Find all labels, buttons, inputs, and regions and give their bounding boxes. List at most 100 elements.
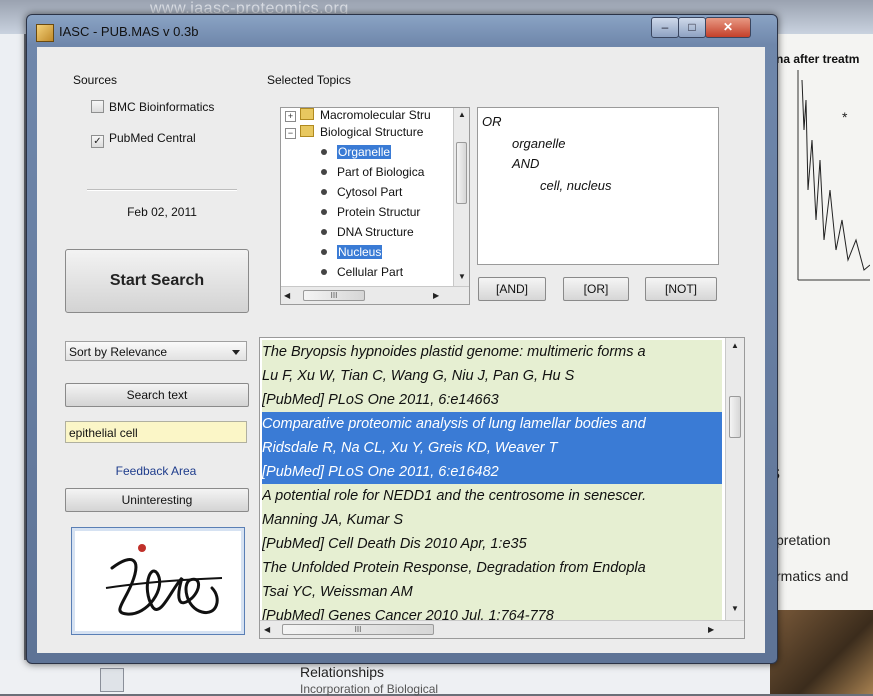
tree-node[interactable]: Part of Biologica xyxy=(321,165,453,183)
results-horizontal-scrollbar[interactable]: ◀ III ▶ xyxy=(260,620,744,638)
app-icon xyxy=(36,24,54,42)
svg-text:*: * xyxy=(842,109,848,125)
background-spectrum-chart: * xyxy=(797,70,870,281)
bullet-icon xyxy=(321,209,327,215)
scroll-thumb[interactable]: III xyxy=(282,624,434,635)
checkbox-label: BMC Bioinformatics xyxy=(109,100,215,114)
scroll-down-icon[interactable]: ▼ xyxy=(458,272,466,281)
tree-node[interactable]: − Biological Structure xyxy=(285,125,453,143)
background-photo xyxy=(770,610,873,694)
result-line[interactable]: Ridsdale R, Na CL, Xu Y, Greis KD, Weave… xyxy=(262,436,722,460)
folder-icon xyxy=(300,125,314,137)
bullet-icon xyxy=(321,229,327,235)
maximize-button[interactable]: □ xyxy=(678,17,706,38)
chevron-down-icon xyxy=(232,350,240,355)
search-text-button[interactable]: Search text xyxy=(65,383,249,407)
tree-horizontal-scrollbar[interactable]: ◀ III ▶ xyxy=(281,286,469,304)
results-list[interactable]: The Bryopsis hypnoides plastid genome: m… xyxy=(259,337,745,639)
bullet-icon xyxy=(321,149,327,155)
query-operator: AND xyxy=(512,156,540,171)
scroll-right-icon[interactable]: ▶ xyxy=(708,625,714,634)
bullet-icon xyxy=(321,249,327,255)
feedback-area-label: Feedback Area xyxy=(115,464,197,478)
tree-node[interactable]: DNA Structure xyxy=(321,225,453,243)
iasc-logo xyxy=(71,527,245,635)
title-bar[interactable]: IASC - PUB.MAS v 0.3b – □ ✕ xyxy=(27,15,777,47)
minimize-button[interactable]: – xyxy=(651,17,679,38)
result-line[interactable]: Comparative proteomic analysis of lung l… xyxy=(262,412,722,436)
checkbox-label: PubMed Central xyxy=(109,131,196,145)
background-heading: na after treatm xyxy=(776,52,860,66)
tree-node[interactable]: Nucleus xyxy=(321,245,453,263)
not-button[interactable]: [NOT] xyxy=(645,277,717,301)
window-title: IASC - PUB.MAS v 0.3b xyxy=(59,24,199,39)
tree-node[interactable]: Cellular Part xyxy=(321,265,453,283)
background-left-strip xyxy=(0,34,24,694)
sources-label: Sources xyxy=(73,73,118,87)
background-text: Relationships xyxy=(300,664,385,680)
checkbox-checked-icon[interactable]: ✓ xyxy=(91,135,104,148)
selected-topics-label: Selected Topics xyxy=(267,73,351,87)
tree-node-label: DNA Structure xyxy=(337,225,414,239)
background-text: rmatics and xyxy=(776,568,849,584)
app-client-area: Sources BMC Bioinformatics ✓ PubMed Centr… xyxy=(37,47,765,653)
collapse-icon[interactable]: − xyxy=(285,128,296,139)
result-line[interactable]: A potential role for NEDD1 and the centr… xyxy=(262,484,722,508)
tree-node-label: Part of Biologica xyxy=(337,165,425,179)
tree-node-label-selected: Organelle xyxy=(337,145,392,159)
scroll-down-icon[interactable]: ▼ xyxy=(731,604,739,613)
background-icon-button[interactable] xyxy=(100,668,124,692)
date-label: Feb 02, 2011 xyxy=(127,205,197,219)
result-line[interactable]: The Bryopsis hypnoides plastid genome: m… xyxy=(262,340,722,364)
search-text-input[interactable]: epithelial cell xyxy=(65,421,247,443)
query-term: cell, nucleus xyxy=(540,178,612,193)
tree-node-label: Cellular Part xyxy=(337,265,404,279)
result-line[interactable]: Tsai YC, Weissman AM xyxy=(262,580,722,604)
tree-node-label: Cytosol Part xyxy=(337,185,403,199)
scroll-left-icon[interactable]: ◀ xyxy=(264,625,270,634)
tree-vertical-scrollbar[interactable]: ▲ ▼ xyxy=(453,108,469,286)
scroll-thumb[interactable] xyxy=(729,396,741,438)
or-button[interactable]: [OR] xyxy=(563,277,629,301)
folder-icon xyxy=(300,108,314,120)
sort-dropdown[interactable]: Sort by Relevance xyxy=(65,341,247,361)
scroll-thumb[interactable] xyxy=(456,142,467,204)
tree-node[interactable]: Organelle xyxy=(321,145,453,163)
result-line[interactable]: [PubMed] Cell Death Dis 2010 Apr, 1:e35 xyxy=(262,532,722,556)
start-search-button[interactable]: Start Search xyxy=(65,249,249,313)
background-text: pretation xyxy=(776,532,831,548)
divider xyxy=(87,189,237,191)
expand-icon[interactable]: + xyxy=(285,111,296,122)
scroll-up-icon[interactable]: ▲ xyxy=(731,341,739,350)
bullet-icon xyxy=(321,269,327,275)
scroll-up-icon[interactable]: ▲ xyxy=(458,110,466,119)
result-line[interactable]: Manning JA, Kumar S xyxy=(262,508,722,532)
tree-node[interactable]: Cytosol Part xyxy=(321,185,453,203)
result-line[interactable]: Lu F, Xu W, Tian C, Wang G, Niu J, Pan G… xyxy=(262,364,722,388)
iasc-logo-graphic xyxy=(105,544,223,616)
tree-node[interactable]: Protein Structur xyxy=(321,205,453,223)
bullet-icon xyxy=(321,169,327,175)
source-bmc-checkbox[interactable]: BMC Bioinformatics xyxy=(91,100,214,116)
scroll-right-icon[interactable]: ▶ xyxy=(433,291,439,300)
result-line[interactable]: [PubMed] PLoS One 2011, 6:e14663 xyxy=(262,388,722,412)
uninteresting-button[interactable]: Uninteresting xyxy=(65,488,249,512)
result-line[interactable]: The Unfolded Protein Response, Degradati… xyxy=(262,556,722,580)
query-expression-box[interactable]: OR organelle AND cell, nucleus xyxy=(477,107,719,265)
scroll-left-icon[interactable]: ◀ xyxy=(284,291,290,300)
and-button[interactable]: [AND] xyxy=(478,277,546,301)
checkbox-icon[interactable] xyxy=(91,100,104,113)
app-window: IASC - PUB.MAS v 0.3b – □ ✕ Sources BMC … xyxy=(26,14,778,664)
results-vertical-scrollbar[interactable]: ▲ ▼ xyxy=(725,338,744,620)
source-pubmed-checkbox[interactable]: ✓ PubMed Central xyxy=(91,131,196,148)
tree-node-label: Biological Structure xyxy=(320,125,424,139)
tree-node-label: Macromolecular Stru xyxy=(320,108,431,122)
query-operator: OR xyxy=(482,114,502,129)
scroll-thumb[interactable]: III xyxy=(303,290,365,301)
result-line[interactable]: [PubMed] PLoS One 2011, 6:e16482 xyxy=(262,460,722,484)
close-button[interactable]: ✕ xyxy=(705,17,751,38)
query-term: organelle xyxy=(512,136,566,151)
tree-node[interactable]: + Macromolecular Stru xyxy=(285,108,453,126)
topics-tree[interactable]: + Macromolecular Stru − Biological Structu… xyxy=(280,107,470,305)
sort-dropdown-value: Sort by Relevance xyxy=(69,345,168,359)
